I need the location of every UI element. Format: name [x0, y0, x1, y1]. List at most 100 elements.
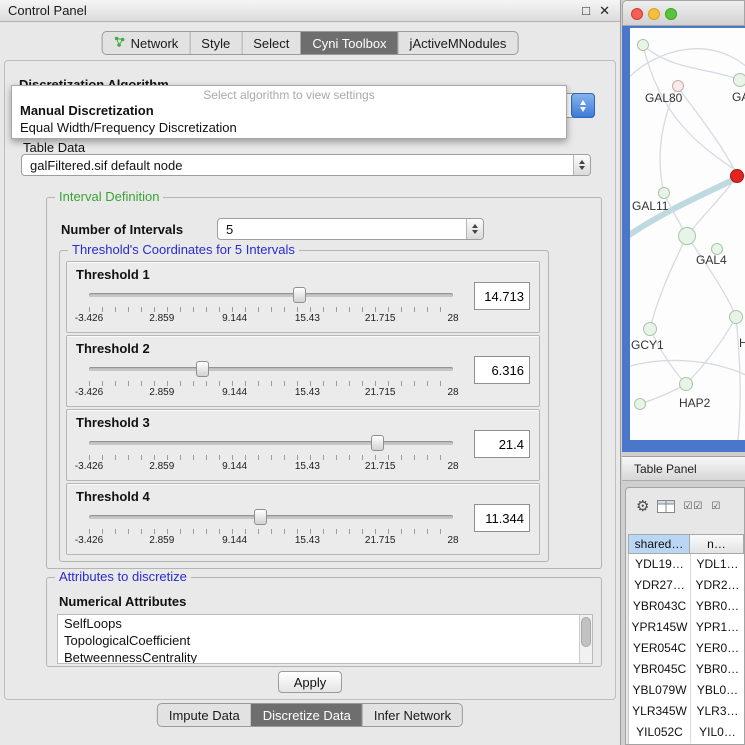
- table-cell[interactable]: YDR27…: [629, 575, 691, 596]
- tab-cyni-toolbox[interactable]: Cyni Toolbox: [300, 32, 397, 54]
- slider-thumb[interactable]: [371, 435, 384, 451]
- tab-impute-data[interactable]: Impute Data: [158, 704, 251, 726]
- select-rows-icon[interactable]: ☑: [711, 501, 721, 512]
- table-row[interactable]: YBR045CYBR0…: [629, 659, 744, 680]
- slider-thumb[interactable]: [254, 509, 267, 525]
- network-node[interactable]: [637, 39, 649, 51]
- tab-style[interactable]: Style: [189, 32, 241, 54]
- table-row[interactable]: YBR043CYBR0…: [629, 596, 744, 617]
- table-cell[interactable]: YBR043C: [629, 596, 691, 617]
- table-cell[interactable]: YIL0…: [691, 722, 744, 743]
- tab-select[interactable]: Select: [241, 32, 300, 54]
- select-columns-icon[interactable]: ☑☑: [683, 501, 703, 512]
- threshold-1-slider[interactable]: [89, 287, 453, 303]
- table-row[interactable]: YIL052CYIL0…: [629, 722, 744, 743]
- control-panel-window: Control Panel □ ✕ Network Style Select C…: [0, 0, 621, 745]
- table-cell[interactable]: YDL1…: [691, 554, 744, 575]
- columns-icon[interactable]: [657, 500, 675, 513]
- slider-thumb[interactable]: [196, 361, 209, 377]
- table-cell[interactable]: YER0…: [691, 638, 744, 659]
- dropdown-option-equal-width-frequency[interactable]: Equal Width/Frequency Discretization: [12, 119, 566, 136]
- slider-track[interactable]: [89, 293, 453, 297]
- table-row[interactable]: YLR345WYLR3…: [629, 701, 744, 722]
- apply-button[interactable]: Apply: [278, 671, 342, 693]
- table-cell[interactable]: YER054C: [629, 638, 691, 659]
- network-node[interactable]: [733, 73, 745, 87]
- scrollbar-thumb[interactable]: [581, 617, 591, 647]
- network-node[interactable]: [730, 169, 744, 183]
- top-tab-bar: Network Style Select Cyni Toolbox jActiv…: [102, 31, 519, 55]
- network-canvas[interactable]: GAL80GAGAL11GAL4GCY1HHAP2: [630, 28, 745, 440]
- restore-window-icon[interactable]: □: [582, 0, 590, 22]
- tab-infer-network[interactable]: Infer Network: [362, 704, 462, 726]
- slider-track[interactable]: [89, 441, 453, 445]
- table-cell[interactable]: YBL0…: [691, 680, 744, 701]
- table-cell[interactable]: YIL052C: [629, 722, 691, 743]
- table-row[interactable]: YBL079WYBL0…: [629, 680, 744, 701]
- tick-label: 15.43: [295, 387, 320, 398]
- table-cell[interactable]: YBR045C: [629, 659, 691, 680]
- table-panel-titlebar[interactable]: Table Panel: [622, 456, 745, 481]
- table-cell[interactable]: YBL079W: [629, 680, 691, 701]
- close-traffic-light-icon[interactable]: [631, 8, 643, 20]
- table-cell[interactable]: YPR1…: [691, 617, 744, 638]
- tick-label: 2.859: [149, 313, 174, 324]
- slider-track[interactable]: [89, 515, 453, 519]
- tab-discretize-data[interactable]: Discretize Data: [251, 704, 362, 726]
- close-window-icon[interactable]: ✕: [599, 0, 610, 22]
- threshold-label: Threshold 3: [76, 415, 150, 430]
- list-item[interactable]: BetweennessCentrality: [58, 649, 592, 664]
- network-node[interactable]: [634, 398, 646, 410]
- tab-network[interactable]: Network: [103, 32, 190, 54]
- table-cell[interactable]: YLR345W: [629, 701, 691, 722]
- numerical-attributes-list[interactable]: SelfLoops TopologicalCoefficient Between…: [57, 614, 593, 664]
- table-row[interactable]: YPR145WYPR1…: [629, 617, 744, 638]
- table-cell[interactable]: YDL19…: [629, 554, 691, 575]
- slider-thumb[interactable]: [293, 287, 306, 303]
- network-node[interactable]: [679, 377, 693, 391]
- network-node[interactable]: [658, 187, 670, 199]
- table-row[interactable]: YER054CYER0…: [629, 638, 744, 659]
- table-cell[interactable]: YDR2…: [691, 575, 744, 596]
- slider-track[interactable]: [89, 367, 453, 371]
- threshold-2-value-field[interactable]: [474, 356, 530, 384]
- tick-label: 21.715: [365, 535, 396, 546]
- network-node[interactable]: [729, 310, 743, 324]
- combobox-stepper-icon[interactable]: [573, 155, 590, 175]
- threshold-4-panel: Threshold 4 -3.4262.8599.14415.4321.7152…: [66, 483, 540, 555]
- network-node[interactable]: [711, 243, 723, 255]
- combobox-stepper-icon[interactable]: [571, 93, 595, 118]
- number-of-intervals-combobox[interactable]: 5: [217, 218, 484, 240]
- threshold-1-value-field[interactable]: [474, 282, 530, 310]
- table-cell[interactable]: YBR0…: [691, 659, 744, 680]
- zoom-traffic-light-icon[interactable]: [665, 8, 677, 20]
- dropdown-option-manual-discretization[interactable]: Manual Discretization: [12, 102, 566, 119]
- threshold-3-value-field[interactable]: [474, 430, 530, 458]
- slider-tick-labels: -3.4262.8599.14415.4321.71528: [89, 461, 453, 474]
- list-item[interactable]: SelfLoops: [58, 615, 592, 632]
- table-data-combobox[interactable]: galFiltered.sif default node: [21, 154, 591, 176]
- table-cell[interactable]: YLR3…: [691, 701, 744, 722]
- table-cell[interactable]: YBR0…: [691, 596, 744, 617]
- combobox-stepper-icon[interactable]: [466, 219, 483, 239]
- table-row[interactable]: YDL19…YDL1…: [629, 554, 744, 575]
- threshold-4-value-field[interactable]: [474, 504, 530, 532]
- threshold-3-slider[interactable]: [89, 435, 453, 451]
- table-rows: YDL19…YDL1…YDR27…YDR2…YBR043CYBR0…YPR145…: [628, 554, 744, 744]
- tick-label: 28: [447, 313, 458, 324]
- list-item[interactable]: TopologicalCoefficient: [58, 632, 592, 649]
- tick-label: 2.859: [149, 461, 174, 472]
- threshold-4-slider[interactable]: [89, 509, 453, 525]
- network-node[interactable]: [678, 227, 696, 245]
- table-cell[interactable]: YPR145W: [629, 617, 691, 638]
- table-row[interactable]: YDR27…YDR2…: [629, 575, 744, 596]
- network-node[interactable]: [643, 322, 657, 336]
- scrollbar[interactable]: [579, 615, 592, 663]
- gear-icon[interactable]: ⚙: [636, 499, 649, 514]
- column-header-shared-name[interactable]: shared…: [628, 534, 690, 554]
- column-header-name[interactable]: n…: [690, 534, 744, 554]
- node-label: GAL4: [696, 253, 727, 267]
- minimize-traffic-light-icon[interactable]: [648, 8, 660, 20]
- threshold-2-slider[interactable]: [89, 361, 453, 377]
- tab-jactivemodules[interactable]: jActiveMNodules: [398, 32, 518, 54]
